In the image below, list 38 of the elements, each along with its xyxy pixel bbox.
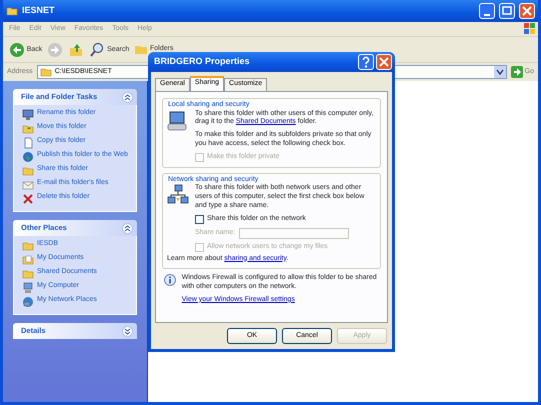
window-title: IESNET (22, 5, 56, 17)
folder-icon (6, 5, 18, 17)
up-folder-icon (68, 42, 84, 58)
maximize-button[interactable] (499, 3, 515, 19)
envelope-icon (22, 179, 34, 191)
cross-icon (22, 193, 34, 205)
maximize-icon (500, 4, 514, 18)
folder-icon (22, 165, 34, 177)
forward-button-icon (47, 42, 64, 58)
windows-flag-icon (522, 22, 538, 36)
minimize-button[interactable] (479, 3, 495, 19)
globe-icon (22, 151, 34, 163)
magnifier-icon (89, 42, 106, 58)
computer-icon (22, 282, 34, 294)
minimize-icon (484, 14, 490, 16)
chevron-icon[interactable] (122, 92, 133, 102)
network-icon (22, 296, 34, 308)
help-button[interactable] (358, 54, 374, 70)
chevron-icon[interactable] (122, 222, 133, 234)
folder-icon (22, 268, 34, 280)
go-arrow-icon (510, 66, 523, 78)
document-folder-icon (22, 254, 34, 266)
close-button[interactable] (376, 54, 392, 70)
folder-icon (22, 240, 34, 252)
folder-arrow-icon (22, 123, 34, 135)
network-icon (167, 184, 189, 206)
close-icon (377, 55, 391, 69)
info-icon (164, 274, 176, 286)
computer-icon (167, 110, 189, 132)
checkbox[interactable] (195, 214, 204, 224)
screen-icon (22, 109, 34, 121)
close-icon (520, 4, 534, 18)
chevron-icon[interactable] (122, 326, 133, 336)
page-icon (22, 137, 34, 149)
dialog-title: BRIDGERO Properties (154, 56, 251, 68)
folder-icon (40, 66, 52, 78)
close-button[interactable] (519, 3, 535, 19)
dropdown-icon (494, 66, 506, 78)
